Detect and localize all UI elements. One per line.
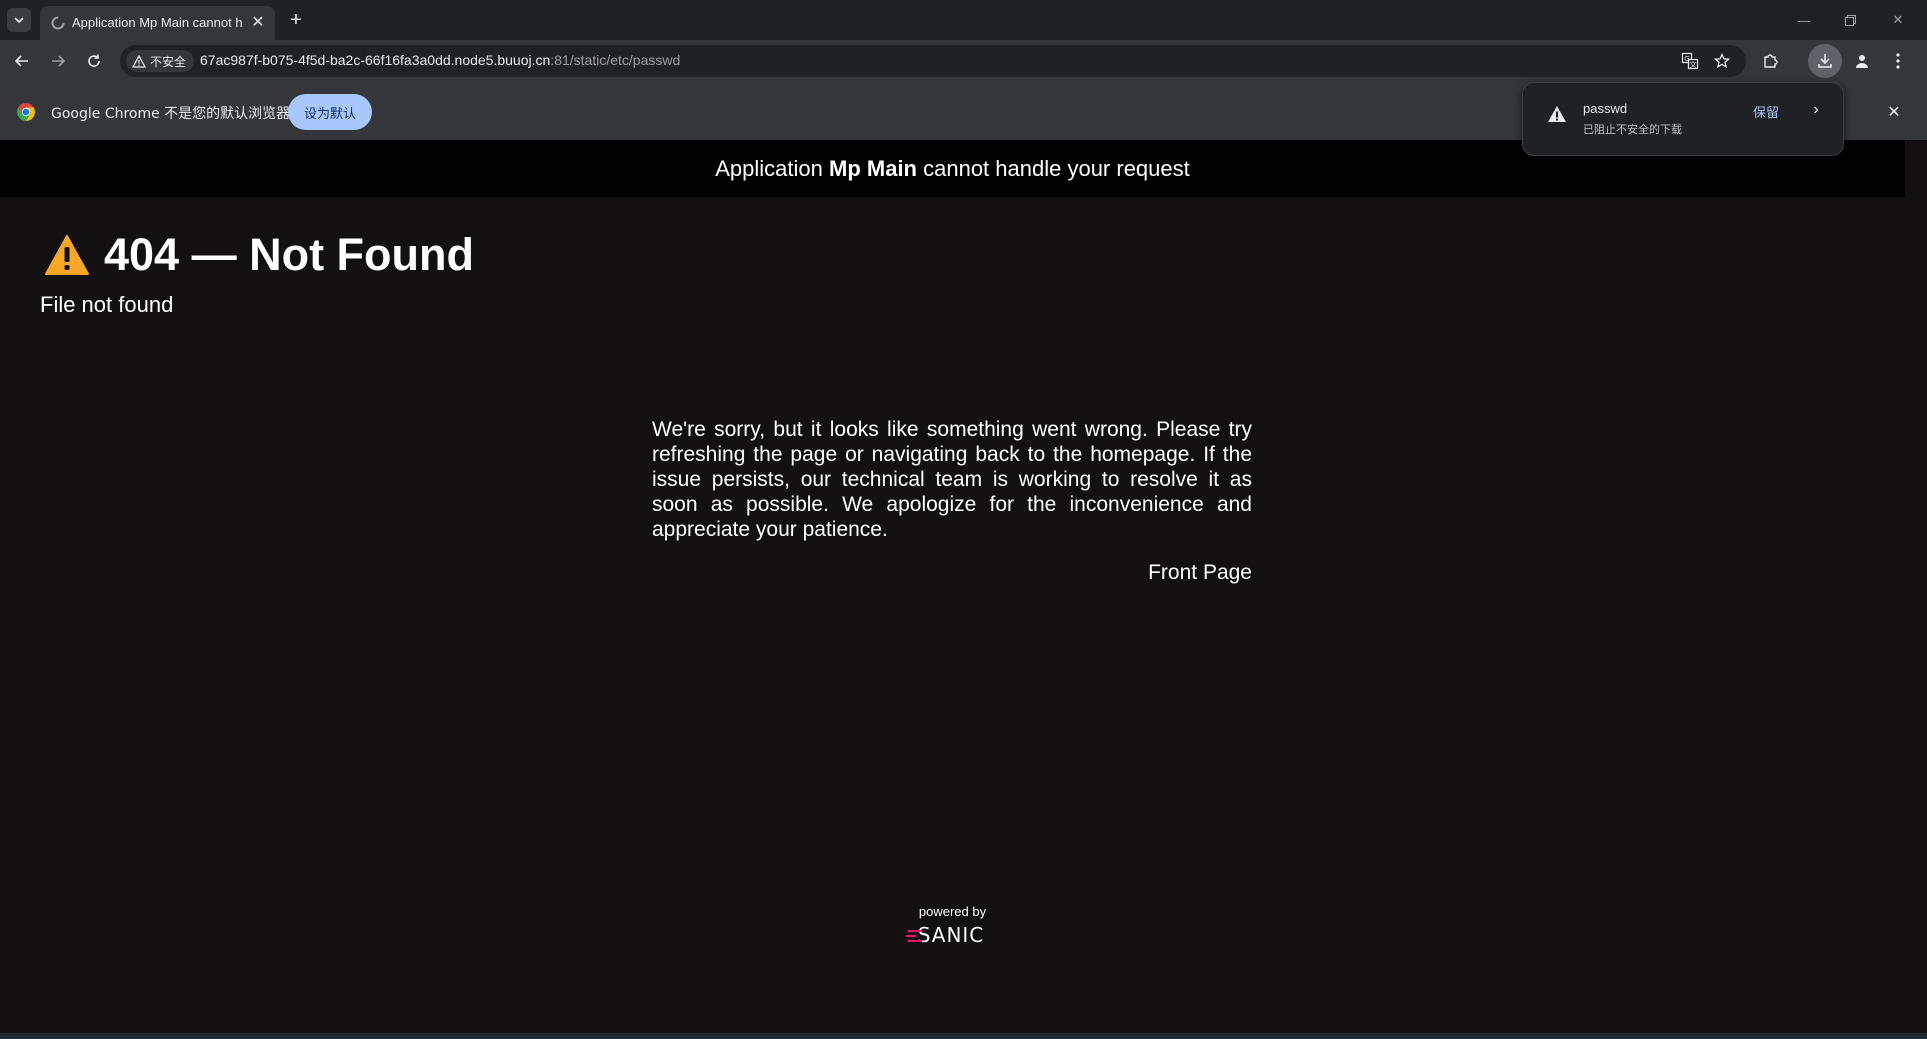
reload-icon bbox=[88, 54, 100, 67]
reload-button[interactable] bbox=[80, 47, 108, 75]
tab-title: Application Mp Main cannot handle your r… bbox=[72, 15, 242, 30]
profile-button[interactable] bbox=[1848, 47, 1876, 75]
menu-button[interactable] bbox=[1884, 47, 1912, 75]
front-page-link[interactable]: Front Page bbox=[652, 561, 1252, 585]
chevron-right-icon[interactable]: › bbox=[1805, 99, 1827, 121]
sanic-logo[interactable]: SANIC bbox=[906, 924, 996, 946]
apology-text: We're sorry, but it looks like something… bbox=[652, 418, 1252, 541]
page-scrollbar[interactable] bbox=[1905, 140, 1927, 1033]
url-path: :81/static/etc/passwd bbox=[550, 52, 681, 68]
security-label: 不安全 bbox=[150, 54, 187, 69]
warning-triangle-icon bbox=[132, 54, 146, 68]
download-warning-icon bbox=[1548, 106, 1566, 122]
extensions-button[interactable] bbox=[1757, 47, 1785, 75]
header-suffix: cannot handle your request bbox=[917, 155, 1190, 181]
header-app-name: Mp Main bbox=[829, 155, 917, 181]
url-host: 67ac987f-b075-4f5d-ba2c-66f16fa3a0dd.nod… bbox=[200, 52, 551, 68]
more-vert-icon bbox=[1896, 53, 1900, 69]
keep-download-button[interactable]: 保留 bbox=[1741, 97, 1791, 125]
back-arrow-icon bbox=[14, 55, 28, 67]
infobar-close-icon[interactable]: ✕ bbox=[1884, 102, 1904, 122]
minimize-button[interactable]: — bbox=[1790, 8, 1818, 32]
forward-arrow-icon bbox=[52, 55, 66, 67]
security-chip[interactable]: 不安全 bbox=[126, 50, 195, 72]
download-bubble: passwd 已阻止不安全的下载 保留 › bbox=[1522, 82, 1844, 156]
restore-icon bbox=[1844, 14, 1856, 26]
toolbar: 不安全 67ac987f-b075-4f5d-ba2c-66f16fa3a0dd… bbox=[0, 40, 1927, 82]
forward-button[interactable] bbox=[44, 47, 72, 75]
download-status: 已阻止不安全的下载 bbox=[1583, 123, 1682, 136]
powered-by-text: powered by bbox=[918, 904, 987, 919]
active-tab[interactable]: Application Mp Main cannot handle your r… bbox=[40, 6, 275, 40]
download-filename: passwd bbox=[1583, 101, 1628, 116]
error-title: 404 — Not Found bbox=[104, 229, 474, 280]
tab-strip: Application Mp Main cannot handle your r… bbox=[0, 0, 1927, 40]
sanic-logo-text: SANIC bbox=[918, 924, 985, 946]
header-prefix: Application bbox=[715, 155, 829, 181]
svg-text:文: 文 bbox=[1690, 60, 1697, 69]
new-tab-button[interactable]: + bbox=[284, 8, 308, 32]
loading-favicon-icon bbox=[51, 16, 65, 30]
downloads-button[interactable] bbox=[1808, 44, 1842, 78]
profile-icon bbox=[1856, 55, 1868, 68]
bookmark-star-icon[interactable] bbox=[1712, 51, 1732, 71]
page-content: Application Mp Main cannot handle your r… bbox=[0, 140, 1905, 1033]
chevron-down-icon bbox=[14, 17, 24, 24]
error-heading: 404 — Not Found bbox=[44, 229, 474, 281]
tab-search-button[interactable] bbox=[7, 8, 31, 32]
tab-close-icon[interactable]: ✕ bbox=[248, 12, 268, 32]
puzzle-icon bbox=[1764, 54, 1778, 68]
chrome-logo-icon bbox=[17, 103, 35, 121]
warning-icon bbox=[45, 235, 89, 275]
restore-button[interactable] bbox=[1836, 8, 1864, 32]
url-text: 67ac987f-b075-4f5d-ba2c-66f16fa3a0dd.nod… bbox=[200, 52, 680, 68]
infobar-message: Google Chrome 不是您的默认浏览器 bbox=[51, 106, 291, 122]
close-window-button[interactable]: ✕ bbox=[1884, 8, 1912, 32]
bottom-edge bbox=[0, 1033, 1927, 1039]
download-icon bbox=[1818, 54, 1832, 68]
translate-icon[interactable]: G文 bbox=[1680, 51, 1700, 71]
error-detail: File not found bbox=[40, 292, 174, 317]
back-button[interactable] bbox=[8, 47, 36, 75]
address-bar[interactable]: 不安全 67ac987f-b075-4f5d-ba2c-66f16fa3a0dd… bbox=[120, 45, 1746, 77]
set-default-button[interactable]: 设为默认 bbox=[288, 94, 372, 130]
